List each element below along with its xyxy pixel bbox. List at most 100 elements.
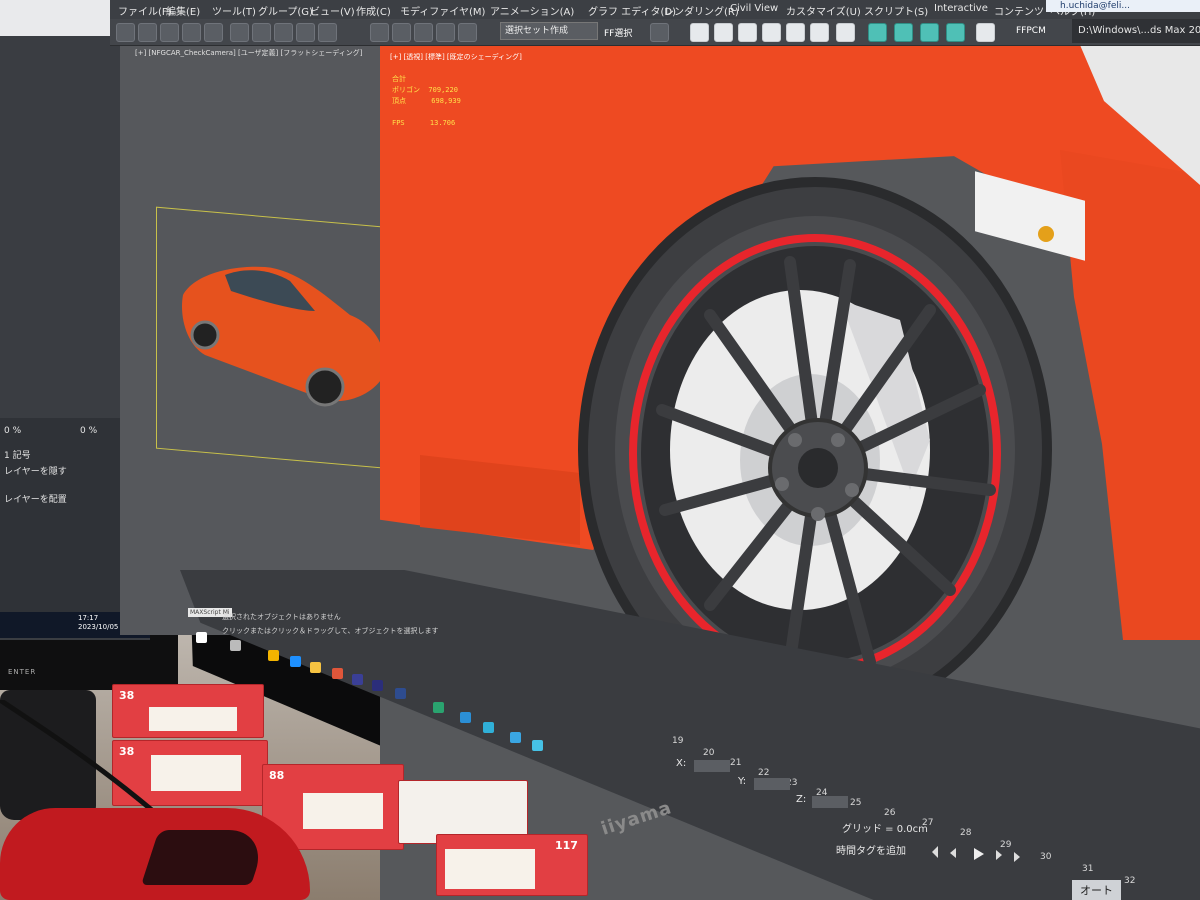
timeline-tick: 26 <box>884 808 896 818</box>
thumb-wheel-front <box>305 367 345 407</box>
teapot-icon[interactable] <box>894 23 913 42</box>
left-monitor-button-label: ENTER <box>8 668 37 676</box>
add-time-tag-button[interactable]: 時間タグを追加 <box>836 842 906 857</box>
grid-icon[interactable] <box>976 23 995 42</box>
chrome-icon[interactable] <box>268 650 279 661</box>
taskbar <box>194 632 195 633</box>
coord-x-field[interactable] <box>694 760 730 772</box>
menu-tools[interactable]: ツール(T) <box>212 3 256 18</box>
menu-graph-editors[interactable]: グラフ エディタ(D) <box>588 3 676 18</box>
schematic-view-icon[interactable] <box>762 23 781 42</box>
timeline-tick: 22 <box>758 768 770 778</box>
status-message: 選択されたオブジェクトはありません <box>222 613 341 621</box>
menu-civil-view[interactable]: Civil View <box>730 3 778 14</box>
left-panel-row[interactable]: レイヤーを隠す <box>4 464 67 477</box>
coord-y-field[interactable] <box>754 778 790 790</box>
prompt-message: クリックまたはクリック＆ドラッグして、オブジェクトを選択します <box>222 627 439 635</box>
curve-editor-icon[interactable] <box>738 23 757 42</box>
auto-key-button[interactable]: オート <box>1072 880 1121 900</box>
app-icon[interactable] <box>483 722 494 733</box>
select-icon[interactable] <box>230 23 249 42</box>
scale-icon[interactable] <box>318 23 337 42</box>
select-by-name-icon[interactable] <box>252 23 271 42</box>
coord-z-field[interactable] <box>812 796 848 808</box>
app-icon[interactable] <box>332 668 343 679</box>
photoshop-icon[interactable] <box>395 688 406 699</box>
project-path[interactable]: D:\Windows\...ds Max 20 <box>1072 19 1200 43</box>
render-setup-icon[interactable] <box>810 23 829 42</box>
menubar: ファイル(F) 編集(E) ツール(T) グループ(G) ビュー(V) 作成(C… <box>110 0 1200 19</box>
user-account[interactable]: h.uchida@feli... <box>1046 0 1200 12</box>
percent-snap-icon[interactable] <box>436 23 455 42</box>
playback-controls[interactable] <box>930 836 1060 876</box>
menu-scripting[interactable]: スクリプト(S) <box>864 3 928 18</box>
grid-readout: グリッド = 0.0cm <box>842 824 928 835</box>
clock-date: 2023/10/05 <box>78 623 119 631</box>
left-panel-row[interactable]: 1 記号 <box>4 448 31 461</box>
redo-icon[interactable] <box>138 23 157 42</box>
scene-explorer-icon[interactable] <box>714 23 733 42</box>
snap-icon[interactable] <box>392 23 411 42</box>
move-icon[interactable] <box>274 23 293 42</box>
timeline-tick: 31 <box>1082 864 1094 874</box>
menu-content[interactable]: コンテンツ <box>994 3 1044 18</box>
lug-nut <box>831 433 845 447</box>
folder-icon[interactable] <box>310 662 321 673</box>
ffpcm-label[interactable]: FFPCM <box>1016 26 1046 36</box>
menu-view[interactable]: ビュー(V) <box>310 3 355 18</box>
ff-select-label[interactable]: FF選択 <box>604 26 632 39</box>
menu-interactive[interactable]: Interactive <box>934 3 988 14</box>
menu-create[interactable]: 作成(C) <box>356 3 391 18</box>
search-icon[interactable] <box>230 640 241 651</box>
angle-snap-icon[interactable] <box>414 23 433 42</box>
menu-group[interactable]: グループ(G) <box>258 3 313 18</box>
app-icon[interactable] <box>510 732 521 743</box>
spinner-snap-icon[interactable] <box>458 23 477 42</box>
menu-animation[interactable]: アニメーション(A) <box>490 3 574 18</box>
after-effects-icon[interactable] <box>372 680 383 691</box>
coord-z-label: Z: <box>796 794 807 805</box>
timeline-tick: 25 <box>850 798 862 808</box>
timeline-tick: 21 <box>730 758 742 768</box>
menu-edit[interactable]: 編集(E) <box>166 3 200 18</box>
box-label <box>445 849 535 889</box>
material-editor-icon[interactable] <box>786 23 805 42</box>
left-panel-row[interactable]: レイヤーを配置 <box>4 492 67 505</box>
tomica-box: 117 <box>436 834 588 896</box>
clock-time: 17:17 <box>78 614 99 622</box>
box-label <box>303 793 383 829</box>
unlink-icon[interactable] <box>182 23 201 42</box>
selection-set-dropdown[interactable]: 選択セット作成 <box>500 22 598 40</box>
lug-nut <box>775 477 789 491</box>
lug-nut <box>845 483 859 497</box>
bind-icon[interactable] <box>204 23 223 42</box>
premiere-icon[interactable] <box>352 674 363 685</box>
menu-file[interactable]: ファイル(F) <box>118 3 172 18</box>
edge-icon[interactable] <box>290 656 301 667</box>
explorer-icon[interactable] <box>460 712 471 723</box>
viewport-camera-label[interactable]: [+] [NFGCAR_CheckCamera] [ユーザ定義] [フラットシェ… <box>135 48 363 58</box>
viewport-perspective-label[interactable]: [+] [透視] [標準] [既定のシェーディング] <box>390 52 522 62</box>
menu-modifiers[interactable]: モディファイヤ(M) <box>400 3 485 18</box>
start-icon[interactable] <box>196 632 207 643</box>
render-icon[interactable] <box>868 23 887 42</box>
app-icon[interactable] <box>532 740 543 751</box>
car-thumbnail <box>181 266 386 407</box>
undo-icon[interactable] <box>116 23 135 42</box>
menu-rendering[interactable]: レンダリング(R) <box>664 3 739 18</box>
max-icon[interactable] <box>433 702 444 713</box>
render-frame-icon[interactable] <box>836 23 855 42</box>
rotate-icon[interactable] <box>296 23 315 42</box>
viewport-statistics: 合計 ポリゴン 709,220 頂点 698,939 FPS 13.706 <box>392 75 461 127</box>
photo-scene: 0 % 0 % 1 記号 レイヤーを隠す レイヤーを配置 17:17 2023/… <box>0 0 1200 900</box>
teapot-cloud-icon[interactable] <box>946 23 965 42</box>
menu-customize[interactable]: カスタマイズ(U) <box>786 3 861 18</box>
link-icon[interactable] <box>160 23 179 42</box>
mirror-icon[interactable] <box>650 23 669 42</box>
left-panel-row: 0 % <box>4 426 22 436</box>
pivot-icon[interactable] <box>370 23 389 42</box>
layer-icon[interactable] <box>690 23 709 42</box>
teapot-active-icon[interactable] <box>920 23 939 42</box>
thumb-wheel-rear <box>190 320 220 350</box>
next-frame-icon <box>996 850 1002 860</box>
